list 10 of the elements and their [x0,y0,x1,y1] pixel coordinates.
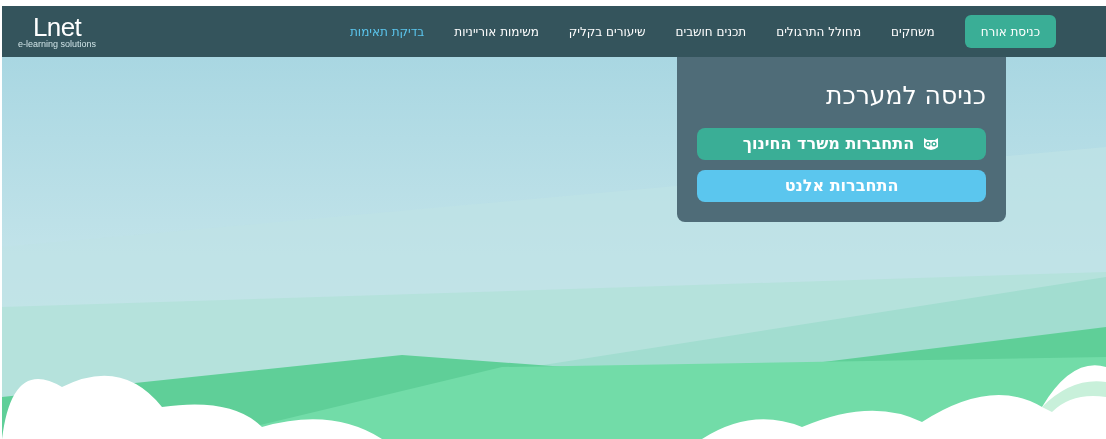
nav-link[interactable]: תכנים חושבים [675,22,747,41]
owl-icon [922,136,941,152]
nav-link[interactable]: שיעורים בקליק [568,22,646,41]
logo-tagline: e-learning solutions [18,40,97,49]
login-panel-title: כניסה למערכת [825,83,986,108]
nav-link[interactable]: מחולל התרגולים [776,22,862,41]
nav-link[interactable]: משימות אורייניות [454,22,539,41]
logo-wordmark: Lnet [33,14,82,40]
nav-link[interactable]: משחקים [891,22,935,41]
nav-link[interactable]: בדיקת תאימות [350,22,425,41]
